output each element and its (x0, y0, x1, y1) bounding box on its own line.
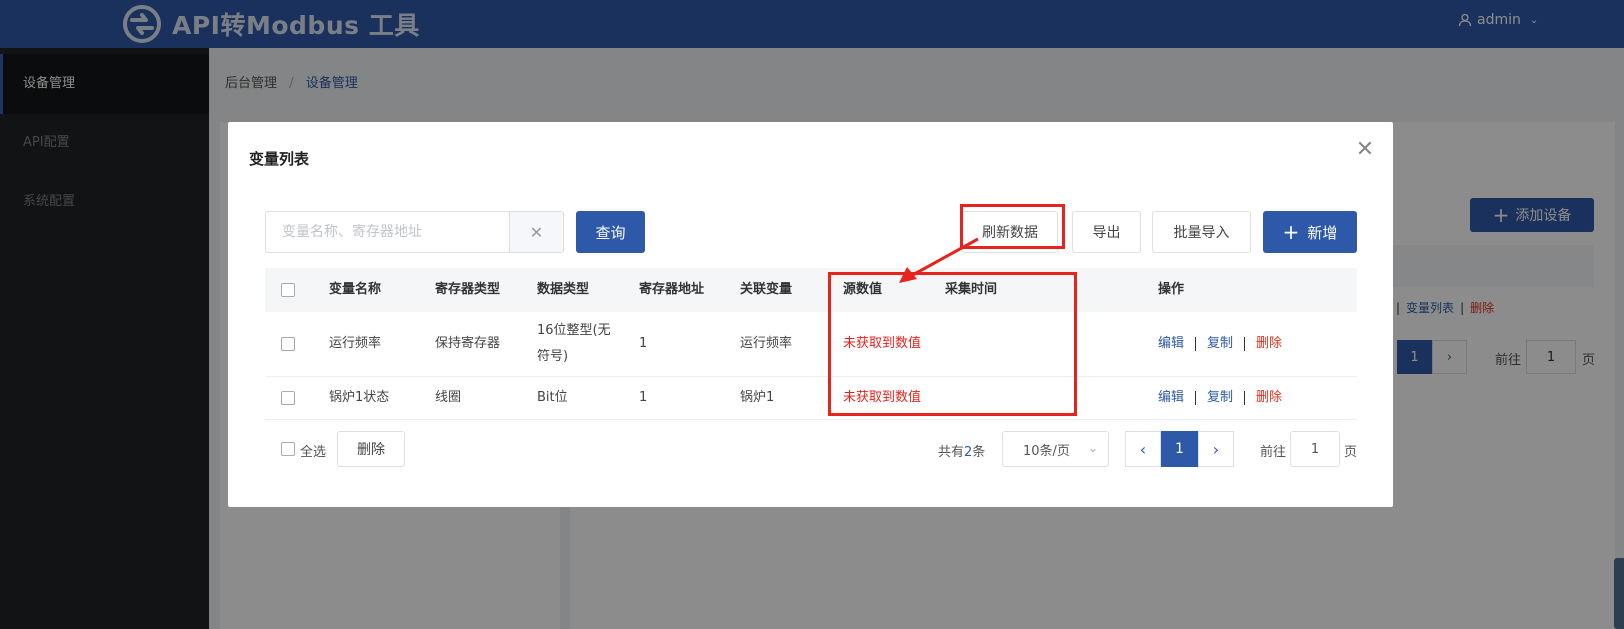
table-header: 变量名称 寄存器类型 数据类型 寄存器地址 关联变量 源数值 采集时间 操作 (265, 268, 1357, 312)
goto-page-input[interactable]: 1 (1290, 431, 1340, 467)
plus-icon: + (1282, 220, 1300, 244)
export-button[interactable]: 导出 (1072, 211, 1141, 253)
total-count: 共有2条 (938, 441, 985, 460)
page-size-select[interactable]: 10条/页 ⌄ (1002, 431, 1109, 467)
total-suffix: 条 (972, 445, 986, 460)
col-linked-variable: 关联变量 (740, 282, 793, 297)
delete-link[interactable]: 删除 (1256, 387, 1282, 409)
copy-link[interactable]: 复制 (1207, 333, 1233, 355)
goto-label: 前往 (1260, 445, 1287, 460)
variable-list-dialog: 变量列表 ✕ ✕ 查询 刷新数据 导出 批量导入 + 新增 变量名称 寄存器类型… (228, 122, 1393, 507)
dialog-title: 变量列表 (249, 150, 310, 168)
page-size-value: 10条/页 (1023, 443, 1070, 459)
register-type: 线圈 (435, 390, 462, 405)
chevron-down-icon: ⌄ (1087, 441, 1098, 455)
col-variable-name: 变量名称 (329, 282, 382, 297)
data-type-line1: 16位整型(无 (537, 323, 611, 338)
header-checkbox[interactable] (281, 283, 295, 297)
value-columns-highlight-box (828, 272, 1077, 416)
clear-icon[interactable]: ✕ (509, 211, 564, 253)
edit-link[interactable]: 编辑 (1158, 333, 1184, 355)
chevron-left-icon[interactable]: ‹ (1125, 431, 1161, 467)
col-operations: 操作 (1158, 282, 1185, 297)
edit-link[interactable]: 编辑 (1158, 387, 1184, 409)
chevron-right-icon[interactable]: › (1198, 431, 1234, 467)
linked-variable: 运行频率 (740, 336, 793, 351)
data-type: Bit位 (537, 390, 568, 405)
variable-name: 运行频率 (329, 336, 382, 351)
col-register-type: 寄存器类型 (435, 282, 501, 297)
data-type-line2: 符号) (537, 349, 569, 364)
add-variable-button[interactable]: + 新增 (1263, 211, 1357, 253)
row-checkbox[interactable] (281, 337, 295, 351)
register-address: 1 (639, 390, 648, 405)
register-address: 1 (639, 336, 648, 351)
op-divider (1195, 391, 1197, 405)
query-button[interactable]: 查询 (576, 211, 645, 253)
floating-widget[interactable] (1614, 558, 1624, 629)
annotation-arrow-icon (899, 237, 979, 283)
close-icon[interactable]: ✕ (1353, 138, 1377, 162)
op-divider (1195, 337, 1197, 351)
page-current[interactable]: 1 (1161, 431, 1198, 467)
row-checkbox[interactable] (281, 391, 295, 405)
col-data-type: 数据类型 (537, 282, 590, 297)
op-divider (1244, 391, 1246, 405)
data-type: 16位整型(无 符号) (537, 318, 611, 370)
batch-delete-button[interactable]: 删除 (337, 431, 405, 467)
add-label: 新增 (1307, 223, 1338, 242)
linked-variable: 锅炉1 (740, 390, 775, 405)
search-input[interactable] (265, 211, 509, 253)
select-all-label[interactable]: 全选 (300, 441, 326, 460)
row-operations: 编辑 复制 删除 (1158, 333, 1282, 355)
copy-link[interactable]: 复制 (1207, 387, 1233, 409)
op-divider (1244, 337, 1246, 351)
register-type: 保持寄存器 (435, 336, 501, 351)
goto-unit: 页 (1344, 445, 1358, 460)
row-operations: 编辑 复制 删除 (1158, 387, 1282, 409)
variable-table: 变量名称 寄存器类型 数据类型 寄存器地址 关联变量 源数值 采集时间 操作 运… (265, 268, 1357, 420)
delete-link[interactable]: 删除 (1256, 333, 1282, 355)
total-prefix: 共有 (938, 445, 965, 460)
table-row: 运行频率 保持寄存器 16位整型(无 符号) 1 运行频率 未获取到数值 编辑 … (265, 312, 1357, 377)
select-all-checkbox[interactable] (281, 442, 295, 456)
variable-name: 锅炉1状态 (329, 390, 390, 405)
batch-import-button[interactable]: 批量导入 (1152, 211, 1251, 253)
table-row: 锅炉1状态 线圈 Bit位 1 锅炉1 未获取到数值 编辑 复制 删除 (265, 377, 1357, 420)
col-register-address: 寄存器地址 (639, 282, 705, 297)
